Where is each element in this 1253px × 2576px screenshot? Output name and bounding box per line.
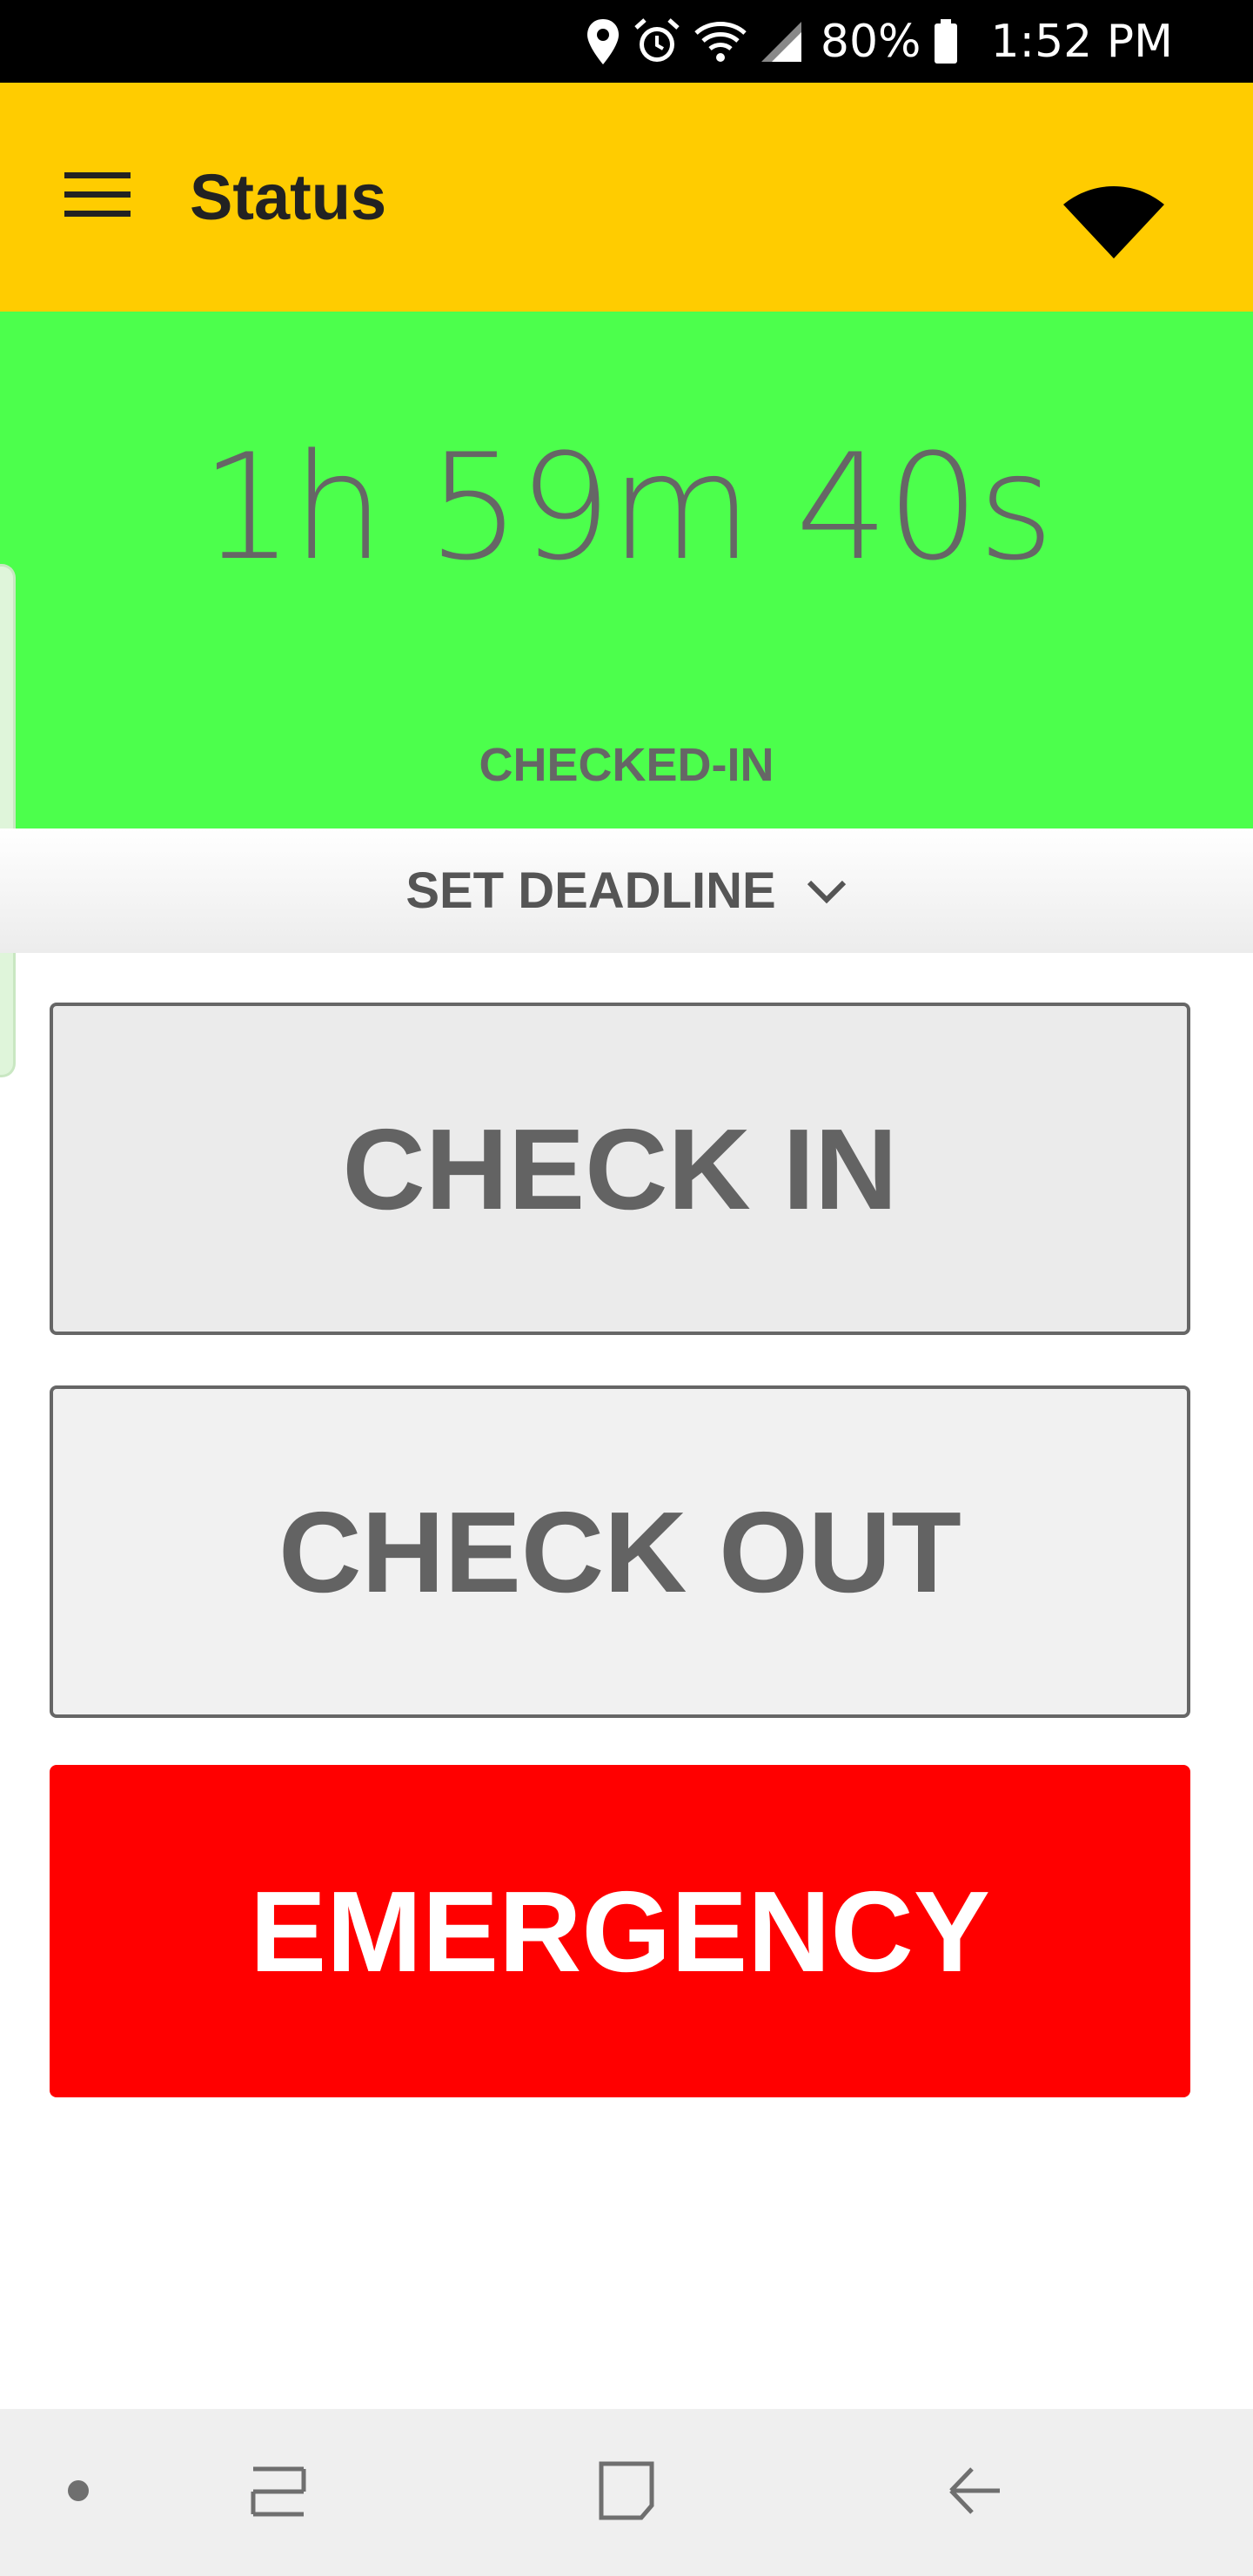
back-icon [944,2460,1005,2526]
signal-icon [760,20,803,64]
countdown-timer: 1h 59m 40s [200,422,1055,593]
back-button[interactable] [922,2409,1027,2576]
drawer-handle[interactable] [0,564,16,1077]
app-bar: Status [0,83,1253,312]
status-label: CHECKED-IN [479,739,774,791]
wifi-icon [694,19,747,64]
home-button[interactable] [574,2409,679,2576]
connection-icon[interactable] [1062,185,1166,264]
recent-apps-icon [248,2460,309,2526]
clock: 1:52 PM [990,15,1173,68]
check-in-button[interactable]: CHECK IN [50,1003,1190,1335]
recent-apps-button[interactable] [226,2409,331,2576]
dot-icon [67,2479,90,2506]
nav-dot-button[interactable] [35,2409,122,2576]
set-deadline-label: SET DEADLINE [405,862,776,919]
navigation-bar [0,2409,1253,2576]
location-icon [586,17,620,66]
page-title: Status [190,161,387,233]
menu-button[interactable] [54,161,141,231]
chevron-down-icon [806,878,848,904]
status-bar: 80% 1:52 PM [0,0,1253,83]
emergency-button[interactable]: EMERGENCY [50,1765,1190,2097]
battery-icon [933,18,959,65]
set-deadline-button[interactable]: SET DEADLINE [0,828,1253,953]
status-panel: 1h 59m 40s CHECKED-IN [0,312,1253,1077]
home-icon [596,2459,657,2527]
alarm-icon [633,17,681,66]
menu-icon [64,171,131,222]
check-out-button[interactable]: CHECK OUT [50,1385,1190,1718]
battery-percent: 80% [820,15,921,68]
